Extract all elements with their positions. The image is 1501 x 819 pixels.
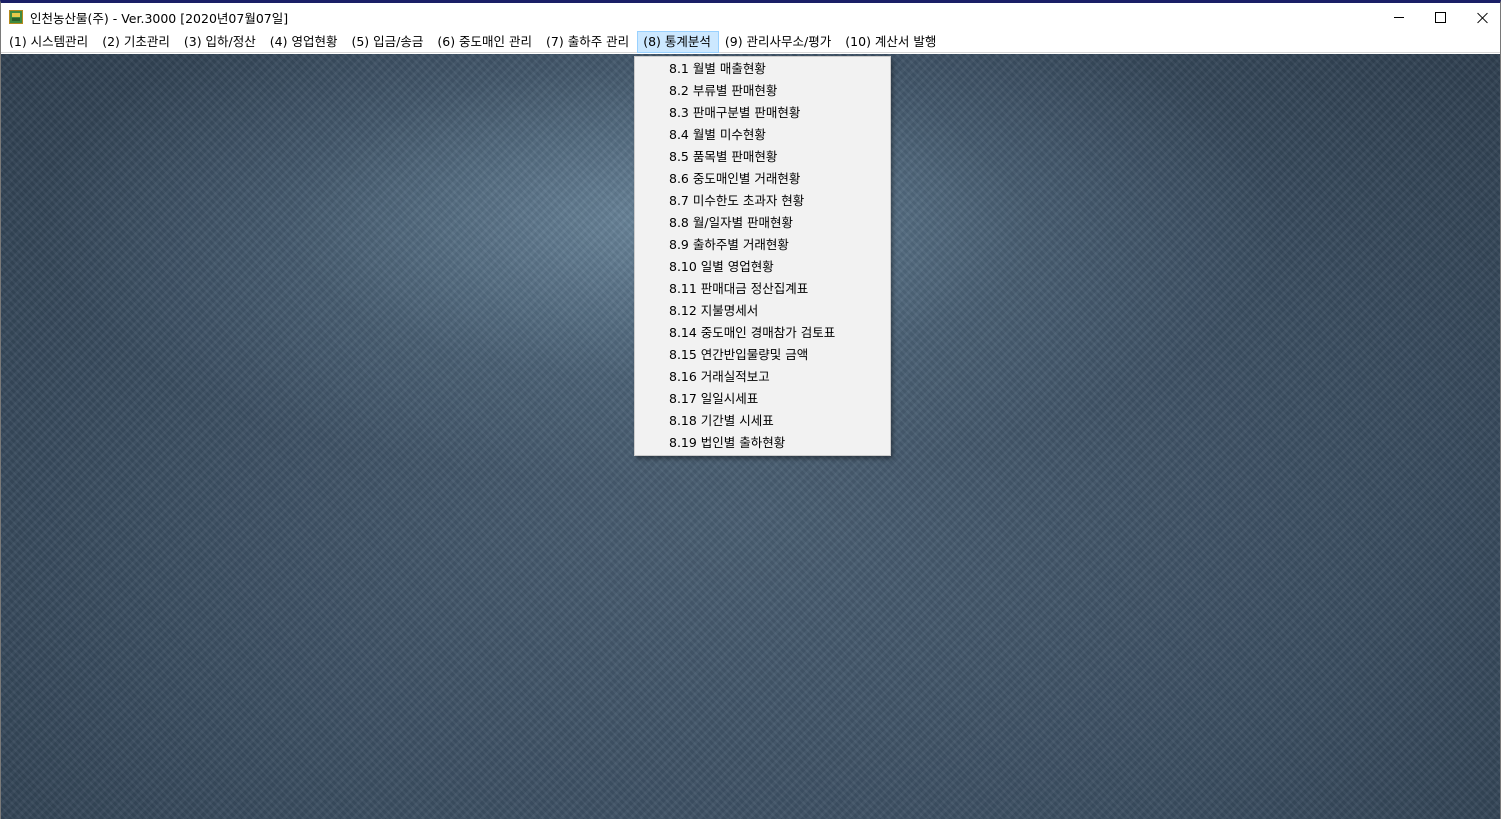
window-title: 인천농산물(주) - Ver.3000 [2020년07월07일] bbox=[30, 11, 289, 26]
close-button[interactable] bbox=[1460, 3, 1500, 32]
dropdown-item-8-5[interactable]: 8.5 품목별 판매현황 bbox=[635, 146, 890, 168]
dropdown-item-8-6[interactable]: 8.6 중도매인별 거래현황 bbox=[635, 168, 890, 190]
menu-sales-status[interactable]: (4) 영업현황 bbox=[264, 31, 346, 53]
dropdown-item-8-8[interactable]: 8.8 월/일자별 판매현황 bbox=[635, 212, 890, 234]
statistics-dropdown-menu: 8.1 월별 매출현황 8.2 부류별 판매현황 8.3 판매구분별 판매현황 … bbox=[634, 56, 891, 456]
minimize-icon bbox=[1394, 17, 1404, 18]
dropdown-item-8-12[interactable]: 8.12 지불명세서 bbox=[635, 300, 890, 322]
dropdown-item-8-7[interactable]: 8.7 미수한도 초과자 현황 bbox=[635, 190, 890, 212]
dropdown-item-8-1[interactable]: 8.1 월별 매출현황 bbox=[635, 58, 890, 80]
dropdown-item-8-16[interactable]: 8.16 거래실적보고 bbox=[635, 366, 890, 388]
dropdown-item-8-18[interactable]: 8.18 기간별 시세표 bbox=[635, 410, 890, 432]
menu-system[interactable]: (1) 시스템관리 bbox=[3, 31, 96, 53]
menu-invoice[interactable]: (10) 계산서 발행 bbox=[839, 31, 944, 53]
menu-wholesaler[interactable]: (6) 중도매인 관리 bbox=[431, 31, 540, 53]
dropdown-item-8-17[interactable]: 8.17 일일시세표 bbox=[635, 388, 890, 410]
close-icon bbox=[1477, 12, 1489, 24]
menu-shipper[interactable]: (7) 출하주 관리 bbox=[540, 31, 637, 53]
menu-management-office[interactable]: (9) 관리사무소/평가 bbox=[719, 31, 839, 53]
menu-basic[interactable]: (2) 기초관리 bbox=[96, 31, 178, 53]
app-window: 인천농산물(주) - Ver.3000 [2020년07월07일] (1) 시스… bbox=[0, 0, 1501, 819]
title-bar[interactable]: 인천농산물(주) - Ver.3000 [2020년07월07일] bbox=[1, 3, 1500, 32]
dropdown-item-8-2[interactable]: 8.2 부류별 판매현황 bbox=[635, 80, 890, 102]
dropdown-item-8-14[interactable]: 8.14 중도매인 경매참가 검토표 bbox=[635, 322, 890, 344]
dropdown-item-8-9[interactable]: 8.9 출하주별 거래현황 bbox=[635, 234, 890, 256]
menu-bar: (1) 시스템관리 (2) 기초관리 (3) 입하/정산 (4) 영업현황 (5… bbox=[1, 31, 1500, 53]
menu-statistics[interactable]: (8) 통계분석 bbox=[637, 31, 719, 53]
maximize-button[interactable] bbox=[1417, 3, 1463, 32]
menu-receiving[interactable]: (3) 입하/정산 bbox=[178, 31, 264, 53]
dropdown-item-8-11[interactable]: 8.11 판매대금 정산집계표 bbox=[635, 278, 890, 300]
dropdown-item-8-15[interactable]: 8.15 연간반입물량및 금액 bbox=[635, 344, 890, 366]
dropdown-item-8-19[interactable]: 8.19 법인별 출하현황 bbox=[635, 432, 890, 454]
minimize-button[interactable] bbox=[1376, 3, 1422, 32]
menu-deposit[interactable]: (5) 입금/송금 bbox=[345, 31, 431, 53]
dropdown-item-8-3[interactable]: 8.3 판매구분별 판매현황 bbox=[635, 102, 890, 124]
maximize-icon bbox=[1434, 12, 1446, 23]
dropdown-item-8-4[interactable]: 8.4 월별 미수현황 bbox=[635, 124, 890, 146]
dropdown-item-8-10[interactable]: 8.10 일별 영업현황 bbox=[635, 256, 890, 278]
app-icon[interactable] bbox=[9, 10, 23, 24]
